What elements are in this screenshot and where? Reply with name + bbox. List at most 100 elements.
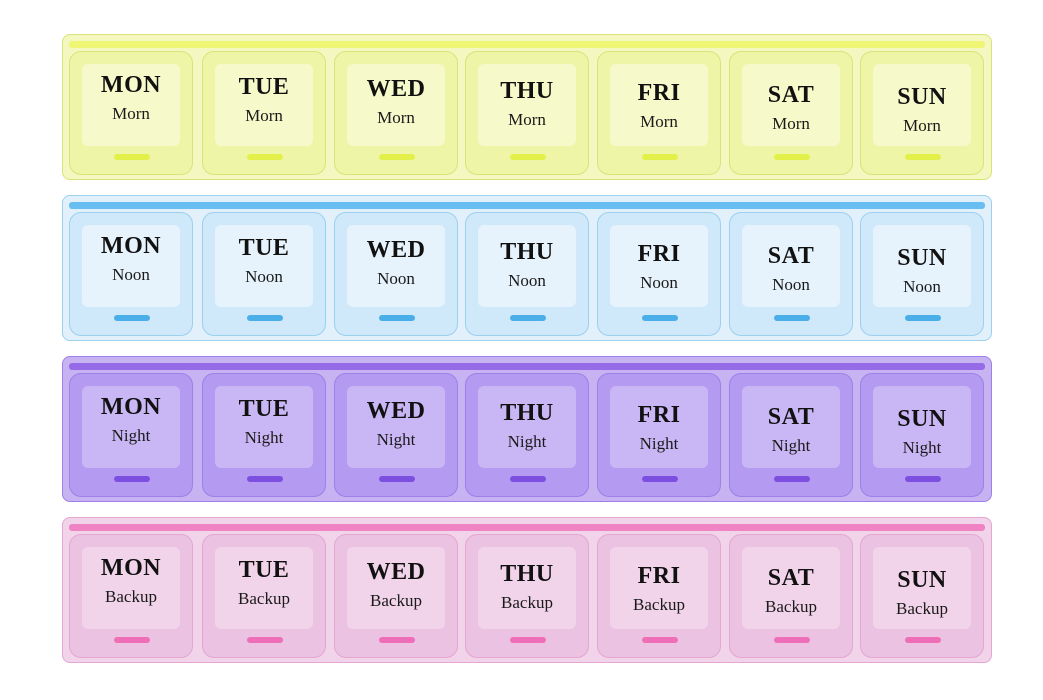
pill-compartment-fri-night[interactable]: FRI Night (597, 373, 721, 497)
lid-tab[interactable] (114, 154, 150, 160)
slot-label: Morn (772, 114, 810, 133)
pill-compartment-sat-morn[interactable]: SAT Morn (729, 51, 853, 175)
slot-label: Noon (640, 273, 678, 292)
pill-compartment-sat-noon[interactable]: SAT Noon (729, 212, 853, 336)
day-label: SAT (767, 82, 815, 108)
pill-compartment-wed-night[interactable]: WED Night (334, 373, 458, 497)
pill-compartment-fri-morn[interactable]: FRI Morn (597, 51, 721, 175)
slot-label: Night (507, 432, 547, 451)
slot-label: Morn (245, 106, 283, 125)
pill-compartment-mon-night[interactable]: MON Night (69, 373, 193, 497)
day-label: MON (100, 555, 162, 581)
lid-tab[interactable] (905, 637, 941, 643)
day-label: TUE (238, 557, 290, 583)
strip-rim (69, 202, 985, 209)
lid-tab[interactable] (510, 315, 546, 321)
lid-tab[interactable] (247, 154, 283, 160)
lid-tab[interactable] (774, 476, 810, 482)
pill-organizer-photo: MON Morn TUE Morn WED Morn THU Morn FRI Morn SAT Mo… (0, 0, 1043, 700)
day-label: SAT (767, 243, 815, 269)
pill-compartment-fri-backup[interactable]: FRI Backup (597, 534, 721, 658)
pill-compartment-mon-backup[interactable]: MON Backup (69, 534, 193, 658)
pill-compartment-thu-backup[interactable]: THU Backup (465, 534, 589, 658)
lid-tab[interactable] (247, 637, 283, 643)
lid-tab[interactable] (905, 154, 941, 160)
pill-compartment-wed-morn[interactable]: WED Morn (334, 51, 458, 175)
lid-panel (478, 547, 576, 629)
slot-label: Backup (896, 599, 948, 618)
lid-tab[interactable] (510, 476, 546, 482)
lid-tab[interactable] (642, 637, 678, 643)
day-label: SUN (897, 245, 947, 271)
lid-tab[interactable] (379, 637, 415, 643)
pill-compartment-wed-noon[interactable]: WED Noon (334, 212, 458, 336)
slot-label: Backup (238, 589, 290, 608)
pill-compartment-sun-morn[interactable]: SUN Morn (860, 51, 984, 175)
day-label: WED (366, 76, 426, 102)
day-label: SAT (767, 565, 815, 591)
lid-tab[interactable] (379, 476, 415, 482)
pill-strip-morn: MON Morn TUE Morn WED Morn THU Morn FRI Morn SAT Mo… (62, 34, 992, 180)
lid-tab[interactable] (642, 476, 678, 482)
day-label: SAT (767, 404, 815, 430)
slot-label: Morn (377, 108, 415, 127)
day-label: WED (366, 237, 426, 263)
lid-panel (478, 225, 576, 307)
slot-label: Night (376, 430, 416, 449)
lid-tab[interactable] (114, 315, 150, 321)
day-label: FRI (637, 241, 681, 267)
lid-tab[interactable] (905, 315, 941, 321)
slot-label: Backup (105, 587, 157, 606)
strip-rim (69, 41, 985, 48)
day-label: THU (500, 561, 554, 587)
pill-strip-backup: MON Backup TUE Backup WED Backup THU Backup FRI B… (62, 517, 992, 663)
day-label: FRI (637, 402, 681, 428)
lid-tab[interactable] (379, 154, 415, 160)
pill-compartment-thu-morn[interactable]: THU Morn (465, 51, 589, 175)
day-label: MON (100, 72, 162, 98)
slot-label: Night (244, 428, 284, 447)
pill-compartment-sat-backup[interactable]: SAT Backup (729, 534, 853, 658)
pill-compartment-mon-noon[interactable]: MON Noon (69, 212, 193, 336)
slot-label: Backup (501, 593, 553, 612)
pill-strip-noon: MON Noon TUE Noon WED Noon THU Noon FRI Noon SAT No… (62, 195, 992, 341)
lid-tab[interactable] (774, 637, 810, 643)
pill-compartment-thu-noon[interactable]: THU Noon (465, 212, 589, 336)
pill-compartment-mon-morn[interactable]: MON Morn (69, 51, 193, 175)
pill-compartment-tue-morn[interactable]: TUE Morn (202, 51, 326, 175)
lid-tab[interactable] (774, 315, 810, 321)
slot-label: Backup (633, 595, 685, 614)
day-label: TUE (238, 235, 290, 261)
pill-compartment-thu-night[interactable]: THU Night (465, 373, 589, 497)
slot-label: Noon (772, 275, 810, 294)
slot-label: Backup (765, 597, 817, 616)
pill-compartment-fri-noon[interactable]: FRI Noon (597, 212, 721, 336)
slot-label: Morn (640, 112, 678, 131)
lid-tab[interactable] (247, 476, 283, 482)
slot-label: Night (639, 434, 679, 453)
pill-compartment-tue-noon[interactable]: TUE Noon (202, 212, 326, 336)
slot-label: Noon (112, 265, 150, 284)
lid-tab[interactable] (642, 154, 678, 160)
pill-compartment-wed-backup[interactable]: WED Backup (334, 534, 458, 658)
pill-compartment-sat-night[interactable]: SAT Night (729, 373, 853, 497)
lid-tab[interactable] (114, 476, 150, 482)
lid-tab[interactable] (379, 315, 415, 321)
slot-label: Noon (903, 277, 941, 296)
pill-compartment-sun-night[interactable]: SUN Night (860, 373, 984, 497)
lid-tab[interactable] (510, 637, 546, 643)
strip-rim (69, 524, 985, 531)
pill-compartment-sun-noon[interactable]: SUN Noon (860, 212, 984, 336)
lid-tab[interactable] (510, 154, 546, 160)
lid-tab[interactable] (247, 315, 283, 321)
day-label: WED (366, 398, 426, 424)
pill-strip-night: MON Night TUE Night WED Night THU Night FRI Night… (62, 356, 992, 502)
lid-tab[interactable] (905, 476, 941, 482)
pill-compartment-tue-backup[interactable]: TUE Backup (202, 534, 326, 658)
pill-compartment-tue-night[interactable]: TUE Night (202, 373, 326, 497)
day-label: WED (366, 559, 426, 585)
lid-tab[interactable] (114, 637, 150, 643)
lid-tab[interactable] (774, 154, 810, 160)
lid-tab[interactable] (642, 315, 678, 321)
pill-compartment-sun-backup[interactable]: SUN Backup (860, 534, 984, 658)
